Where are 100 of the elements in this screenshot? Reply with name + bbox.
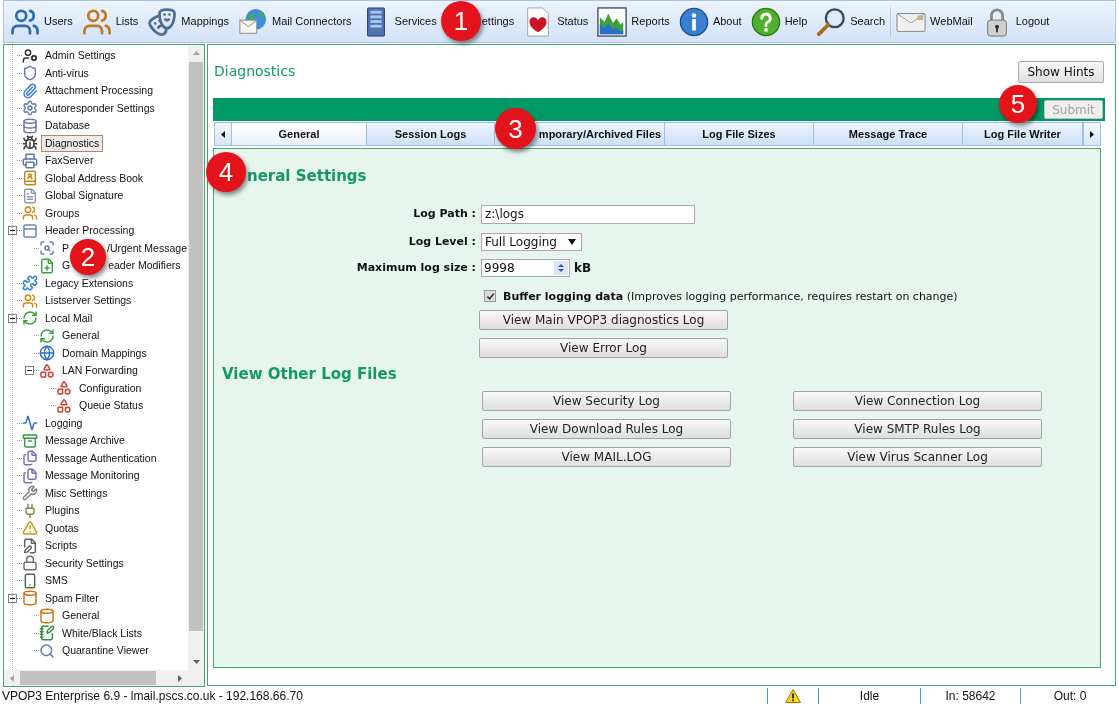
tree-item[interactable]: FaxServer [41, 152, 98, 170]
show-hints-button[interactable]: Show Hints [1018, 61, 1104, 83]
toolbar-button[interactable]: Status [522, 3, 590, 40]
checkbox[interactable] [484, 290, 496, 302]
status-text: Idle [818, 688, 920, 704]
scrollbar-thumb[interactable] [189, 62, 203, 631]
tree-item[interactable]: Misc Settings [41, 484, 112, 502]
view-log-button[interactable]: View Error Log [479, 338, 728, 358]
people-icon [10, 6, 40, 37]
tree-item[interactable]: Scripts [41, 537, 82, 555]
dropdown[interactable]: Full Logging [481, 233, 582, 251]
tree-item[interactable]: Diagnostics [41, 134, 104, 152]
tree-item[interactable]: Groups [41, 204, 84, 222]
toolbar-button[interactable]: Help [749, 3, 809, 40]
tree-item[interactable]: Attachment Processing [41, 82, 157, 100]
tree-item[interactable]: Admin Settings [41, 47, 120, 65]
tree-item[interactable]: Message Authentication [41, 449, 161, 467]
view-log-button[interactable]: View Security Log [482, 391, 731, 411]
triangle-right-icon [178, 674, 182, 682]
triangle-right-icon [1090, 130, 1094, 138]
toolbar-button[interactable]: Mappings [146, 3, 231, 40]
toolbar-button[interactable]: Reports [596, 3, 671, 40]
printer-icon [22, 152, 38, 169]
view-log-button[interactable]: View Virus Scanner Log [793, 447, 1042, 467]
tab-scroll-right-button[interactable] [1083, 122, 1101, 145]
phone-icon [22, 572, 38, 589]
tree-item[interactable]: Configuration [75, 379, 146, 397]
tree-item[interactable]: Spam Filter [41, 589, 103, 607]
tree-item[interactable]: Queue Status [75, 397, 148, 415]
view-log-button[interactable]: View Main VPOP3 diagnostics Log [479, 310, 728, 330]
spinner-arrows-icon[interactable] [554, 261, 568, 275]
tree-item[interactable]: P [61, 239, 70, 257]
arrows-icon [22, 310, 38, 327]
collapse-icon[interactable] [8, 313, 17, 323]
tree-item[interactable]: eader Modifiers [107, 257, 182, 275]
toolbar-button[interactable]: Search [815, 3, 887, 40]
view-log-button[interactable]: View SMTP Rules Log [793, 419, 1042, 439]
tree-item[interactable]: Header Processing [41, 222, 139, 240]
tree-item[interactable]: Global Signature [41, 187, 128, 205]
collapse-icon[interactable] [25, 366, 34, 376]
tab-scroll-left-button[interactable] [214, 122, 232, 145]
scan-search-icon [39, 240, 55, 257]
toolbar-button[interactable]: Lists [80, 3, 140, 40]
tree-item[interactable]: Logging [41, 414, 87, 432]
toolbar-button[interactable]: Mail Connectors [237, 3, 353, 40]
tab[interactable]: General [232, 122, 367, 145]
tab[interactable]: mporary/Archived Files [536, 122, 665, 145]
wrench-icon [22, 485, 38, 502]
unit-label: kB [574, 260, 592, 277]
view-log-button[interactable]: View Connection Log [793, 391, 1042, 411]
tab[interactable]: Session Logs [367, 122, 495, 145]
tree-item[interactable]: Anti-virus [41, 64, 93, 82]
tab[interactable]: Log File Sizes [665, 122, 814, 145]
tree-item[interactable]: Autoresponder Settings [41, 99, 159, 117]
toolbar-button[interactable]: WebMail [895, 3, 974, 40]
help-icon [750, 6, 781, 37]
toolbar-button[interactable]: Users [9, 3, 74, 40]
toolbar-button[interactable]: Services [359, 3, 438, 40]
status-text: VPOP3 Enterprise 6.9 - lmail.pscs.co.uk - 192.168.66.70 [1, 688, 304, 704]
tree-item[interactable]: Database [41, 117, 94, 135]
tree-item[interactable]: Listserver Settings [41, 292, 136, 310]
lock-icon [22, 555, 38, 572]
toolbar-button[interactable]: About [677, 3, 743, 40]
view-log-button[interactable]: View MAIL.LOG [482, 447, 731, 467]
tree-item[interactable]: White/Black Lists [58, 624, 146, 642]
tree-item[interactable]: General [58, 327, 104, 345]
tree-item[interactable]: /Urgent Message [106, 239, 188, 257]
tree-item[interactable]: Legacy Extensions [41, 274, 138, 292]
tree-item[interactable]: Local Mail [41, 309, 97, 327]
tree-item[interactable]: LAN Forwarding [58, 362, 142, 380]
view-log-button[interactable]: View Download Rules Log [482, 419, 731, 439]
people-icon [22, 205, 38, 222]
tree-item[interactable]: Message Archive [41, 432, 129, 450]
collapse-icon[interactable] [8, 593, 17, 603]
tree-item[interactable]: Quotas [41, 519, 83, 537]
toolbar-button[interactable]: ettings [480, 3, 516, 40]
tree-item[interactable]: Domain Mappings [58, 344, 151, 362]
documents-icon [22, 450, 38, 467]
tab[interactable]: Message Trace [814, 122, 963, 145]
number-field[interactable]: 9998 [481, 259, 570, 277]
horizontal-scrollbar[interactable] [4, 670, 204, 686]
scrollbar-thumb[interactable] [20, 671, 156, 685]
vertical-scrollbar[interactable] [188, 45, 204, 670]
tab[interactable]: Log File Writer [963, 122, 1083, 145]
tree-item[interactable]: Plugins [41, 502, 84, 520]
tree-item[interactable]: SMS [41, 572, 72, 590]
tree-item[interactable]: G [61, 257, 72, 275]
tree-item[interactable]: Quarantine Viewer [58, 642, 153, 660]
text-field[interactable]: z:\logs [481, 205, 695, 224]
tree-item[interactable]: Security Settings [41, 554, 128, 572]
checkmark-icon [485, 291, 495, 301]
toolbar-button[interactable]: Logout [980, 3, 1051, 40]
cylinder-icon [39, 607, 55, 624]
collapse-icon[interactable] [8, 226, 17, 236]
field-label: Maximum log size : [356, 259, 476, 276]
shapes-icon [56, 380, 72, 397]
tree-item[interactable]: General [58, 607, 104, 625]
tree-item[interactable]: Global Address Book [41, 169, 148, 187]
notebook-pen-icon [39, 625, 55, 642]
tree-item[interactable]: Message Monitoring [41, 467, 144, 485]
